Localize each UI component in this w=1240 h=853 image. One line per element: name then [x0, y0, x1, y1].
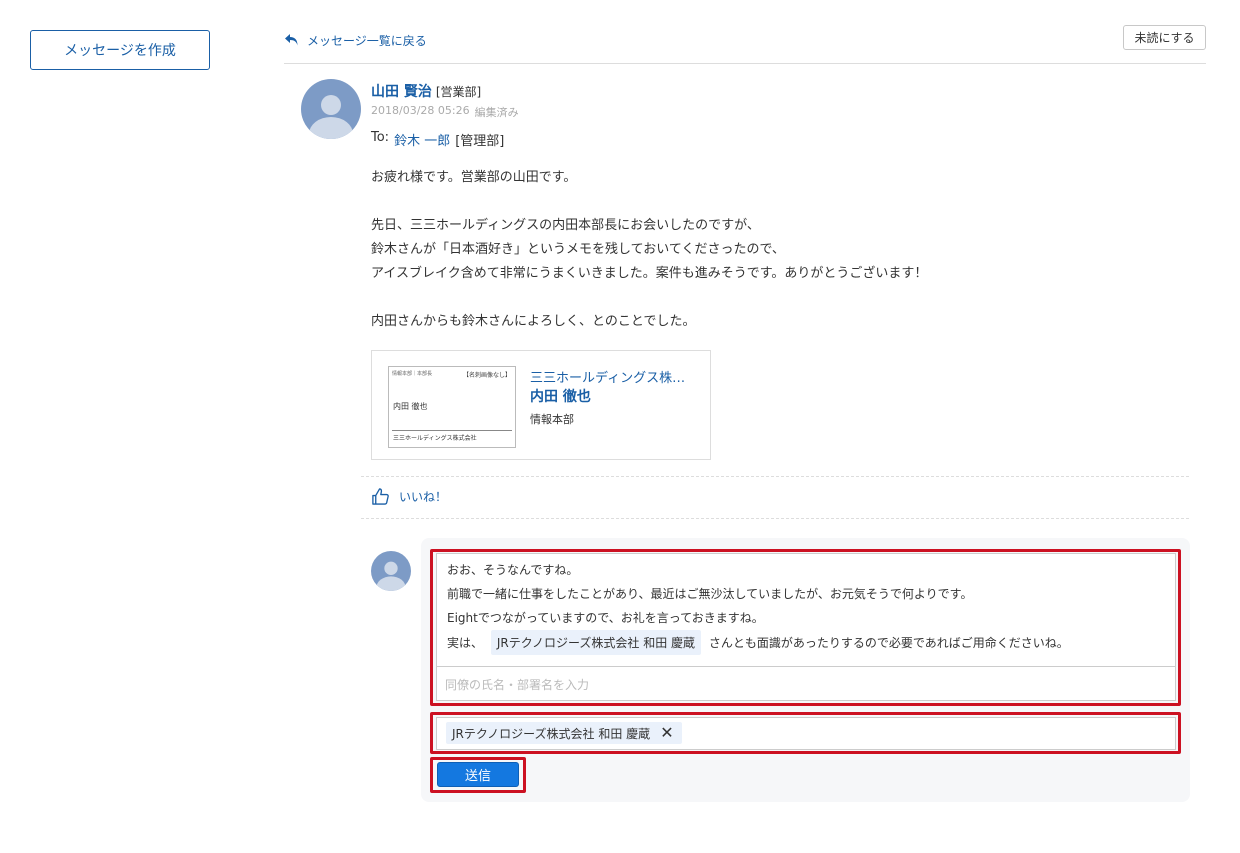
thumbnail-header: 情報本部｜本部長 — [392, 371, 433, 377]
reply-text-line: 実は、 JRテクノロジーズ株式会社 和田 慶蔵 さんとも面識があったりするので必… — [447, 630, 1069, 655]
like-label: いいね！ — [399, 490, 448, 504]
reply-text-line: Eightでつながっていますので、お礼を言っておきますね。 — [447, 611, 764, 625]
recipient-name[interactable]: 鈴木 一郎 — [394, 130, 450, 149]
thumbnail-company: 三三ホールディングス株式会社 — [393, 435, 477, 442]
compose-message-button[interactable]: メッセージを作成 — [30, 30, 210, 70]
card-person-name[interactable]: 内田 徹也 — [530, 386, 591, 406]
message-timestamp: 2018/03/28 05:26 — [371, 104, 470, 117]
card-company-link[interactable]: 三三ホールディングス株… — [530, 367, 698, 386]
inline-mention-chip[interactable]: JRテクノロジーズ株式会社 和田 慶蔵 — [490, 630, 702, 655]
edited-label: 編集済み — [474, 106, 519, 119]
sender-avatar — [301, 79, 361, 139]
card-department: 情報本部 — [530, 413, 574, 426]
like-button[interactable]: いいね！ — [371, 487, 447, 506]
thumbnail-divider — [392, 430, 512, 431]
back-link-label: メッセージ一覧に戻る — [307, 33, 427, 48]
recipient-chip[interactable]: JRテクノロジーズ株式会社 和田 慶蔵 ✕ — [446, 722, 682, 744]
message-body-line: 内田さんからも鈴木さんによろしく、とのことでした。 — [371, 314, 696, 329]
message-body-line: 先日、三三ホールディングスの内田本部長にお会いしたのですが、 — [371, 218, 760, 233]
reply-arrow-icon — [285, 34, 298, 46]
reply-text-line: おお、そうなんですね。 — [447, 563, 579, 577]
thumbnail-no-image-label: 【名刺画像なし】 — [462, 372, 511, 379]
divider — [361, 476, 1189, 477]
close-icon[interactable]: ✕ — [660, 725, 673, 741]
message-body-line: お疲れ様です。営業部の山田です。 — [371, 170, 577, 185]
message-meta: 2018/03/28 05:26 編集済み — [371, 104, 519, 120]
business-card-thumbnail: 情報本部｜本部長 【名刺画像なし】 内田 徹也 三三ホールディングス株式会社 — [388, 366, 516, 448]
my-avatar — [371, 551, 411, 591]
header-divider — [284, 63, 1206, 64]
thumbnail-name: 内田 徹也 — [393, 402, 428, 411]
mark-unread-button[interactable]: 未読にする — [1123, 25, 1206, 50]
message-body-line: 鈴木さんが「日本酒好き」というメモを残しておいてくださったので、 — [371, 242, 785, 257]
recipient-chip-label: JRテクノロジーズ株式会社 和田 慶蔵 — [452, 726, 651, 741]
send-button[interactable]: 送信 — [437, 762, 519, 787]
sender-name[interactable]: 山田 賢治 — [371, 81, 432, 101]
recipient-line: To: 鈴木 一郎 [管理部] — [371, 130, 504, 149]
back-to-list-link[interactable]: メッセージ一覧に戻る — [284, 31, 427, 49]
mention-recipients-field[interactable]: JRテクノロジーズ株式会社 和田 慶蔵 ✕ — [436, 717, 1176, 750]
reply-text-prefix: 実は、 — [447, 636, 484, 650]
to-prefix: To: — [371, 130, 390, 145]
user-silhouette-icon — [376, 561, 406, 591]
recipient-dept: [管理部] — [455, 134, 505, 149]
reply-text-line: 前職で一緒に仕事をしたことがあり、最近はご無沙汰していましたが、お元気そうで何よ… — [447, 587, 973, 601]
colleague-search-input[interactable] — [445, 674, 1165, 696]
reply-editor[interactable]: おお、そうなんですね。 前職で一緒に仕事をしたことがあり、最近はご無沙汰していま… — [436, 553, 1176, 701]
message-body-line: アイスブレイク含めて非常にうまくいきました。案件も進みそうです。ありがとうござい… — [371, 266, 928, 281]
sender-dept: [営業部] — [435, 85, 482, 99]
thumbs-up-icon — [372, 488, 389, 505]
sender-info: 山田 賢治 [営業部] — [371, 81, 481, 101]
divider — [361, 518, 1189, 519]
business-card[interactable]: 情報本部｜本部長 【名刺画像なし】 内田 徹也 三三ホールディングス株式会社 三… — [371, 350, 711, 460]
user-silhouette-icon — [309, 95, 353, 139]
editor-divider — [437, 666, 1175, 667]
reply-text-suffix: さんとも面識があったりするので必要であればご用命くださいね。 — [708, 636, 1069, 650]
